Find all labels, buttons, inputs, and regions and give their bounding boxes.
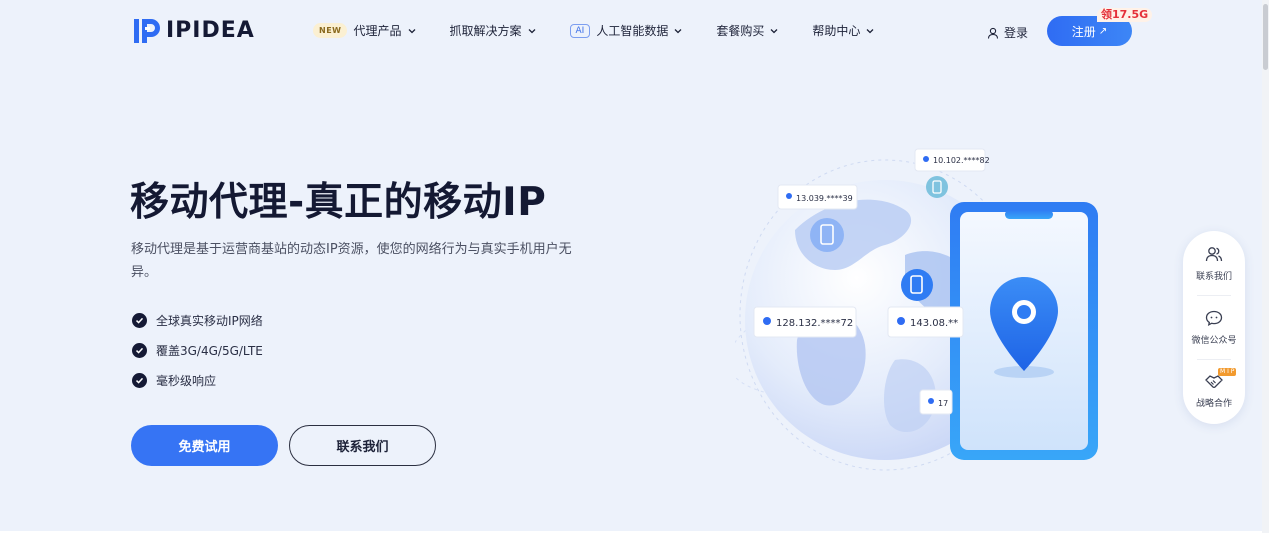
- floating-contact-panel: 联系我们 微信公众号 M I P 战略合作: [1183, 231, 1245, 424]
- check-icon: [132, 372, 147, 388]
- feature-list: 全球真实移动IP网络 覆盖3G/4G/5G/LTE 毫秒级响应: [132, 305, 263, 395]
- device-bubble: [810, 218, 844, 252]
- chevron-down-icon: [866, 28, 874, 33]
- ip-label-text: 13.039.****39: [796, 194, 853, 203]
- user-icon: [987, 27, 999, 39]
- divider: [1197, 359, 1231, 360]
- login-link[interactable]: 登录: [987, 24, 1028, 41]
- logo-icon: [134, 19, 160, 43]
- ip-label: 143.08.**: [887, 306, 964, 338]
- ip-label-text: 17: [938, 399, 948, 408]
- float-label: 战略合作: [1195, 399, 1232, 409]
- scrollbar-thumb[interactable]: [1263, 4, 1268, 70]
- partner-badge: M I P: [1218, 368, 1237, 376]
- contact-us-button[interactable]: 联系我们: [289, 425, 436, 466]
- device-bubble: [901, 269, 933, 301]
- arrow-up-right-icon: ↗: [1098, 25, 1108, 37]
- ip-label-text: 10.102.****82: [933, 156, 990, 165]
- nav-pricing[interactable]: 套餐购买: [716, 22, 779, 39]
- wechat-icon: [1205, 310, 1223, 327]
- globe-phone-illustration: 10.102.****82 13.039.****39 128.132.****…: [735, 148, 1098, 471]
- register-label: 注册: [1071, 24, 1096, 39]
- float-wechat[interactable]: 微信公众号: [1183, 309, 1245, 346]
- check-icon: [132, 342, 147, 358]
- float-label: 微信公众号: [1191, 336, 1237, 346]
- feature-item: 全球真实移动IP网络: [132, 305, 263, 335]
- divider: [1197, 295, 1231, 296]
- float-contact-us[interactable]: 联系我们: [1183, 245, 1245, 282]
- hero-title: 移动代理-真正的移动IP: [130, 180, 547, 225]
- nav-label: 代理产品: [353, 24, 402, 38]
- ip-label: 128.132.****72: [753, 306, 857, 338]
- ip-label-text: 143.08.**: [910, 318, 958, 329]
- float-partnership[interactable]: M I P 战略合作: [1183, 368, 1245, 409]
- ip-label-text: 128.132.****72: [776, 318, 853, 329]
- nav-label: 帮助中心: [812, 24, 861, 38]
- feature-label: 全球真实移动IP网络: [156, 313, 263, 328]
- feature-label: 毫秒级响应: [156, 373, 217, 388]
- nav-label: 人工智能数据: [596, 24, 669, 38]
- logo-text: IPIDEA: [166, 18, 255, 43]
- chevron-down-icon: [528, 28, 535, 33]
- ip-label: 13.039.****39: [777, 184, 858, 210]
- float-label: 联系我们: [1195, 272, 1232, 282]
- chevron-down-icon: [770, 28, 778, 33]
- users-icon: [1205, 247, 1223, 262]
- nav-ai-data[interactable]: AI 人工智能数据: [569, 22, 684, 39]
- device-bubble: [926, 176, 948, 198]
- page: IPIDEA NEW 代理产品 抓取解决方案 AI 人工智能数据 套餐购买 帮助…: [0, 0, 1262, 533]
- ai-badge: AI: [569, 23, 591, 38]
- nav-label: 抓取解决方案: [449, 24, 522, 38]
- promo-badge: 领17.5G: [1097, 8, 1153, 22]
- vertical-scrollbar[interactable]: [1262, 0, 1269, 533]
- ip-label: 10.102.****82: [914, 148, 990, 172]
- chevron-down-icon: [408, 28, 415, 33]
- chevron-down-icon: [674, 28, 682, 33]
- nav-label: 套餐购买: [716, 24, 765, 38]
- top-navbar: IPIDEA NEW 代理产品 抓取解决方案 AI 人工智能数据 套餐购买 帮助…: [0, 0, 1262, 62]
- feature-item: 覆盖3G/4G/5G/LTE: [132, 335, 263, 365]
- ip-label: 17: [919, 389, 953, 415]
- nav-proxy-products[interactable]: NEW 代理产品: [313, 22, 417, 39]
- feature-item: 毫秒级响应: [132, 365, 263, 395]
- nav-help-center[interactable]: 帮助中心: [812, 22, 875, 39]
- nav-scraping-solutions[interactable]: 抓取解决方案: [450, 22, 537, 39]
- main-nav: NEW 代理产品 抓取解决方案 AI 人工智能数据 套餐购买 帮助中心: [313, 22, 908, 39]
- hero-description: 移动代理是基于运营商基站的动态IP资源，使您的网络行为与真实手机用户无异。: [131, 242, 572, 280]
- login-label: 登录: [1004, 26, 1029, 40]
- feature-label: 覆盖3G/4G/5G/LTE: [156, 343, 263, 358]
- logo[interactable]: IPIDEA: [134, 17, 255, 44]
- check-icon: [132, 312, 147, 328]
- new-badge: NEW: [313, 23, 348, 38]
- free-trial-button[interactable]: 免费试用: [131, 425, 278, 466]
